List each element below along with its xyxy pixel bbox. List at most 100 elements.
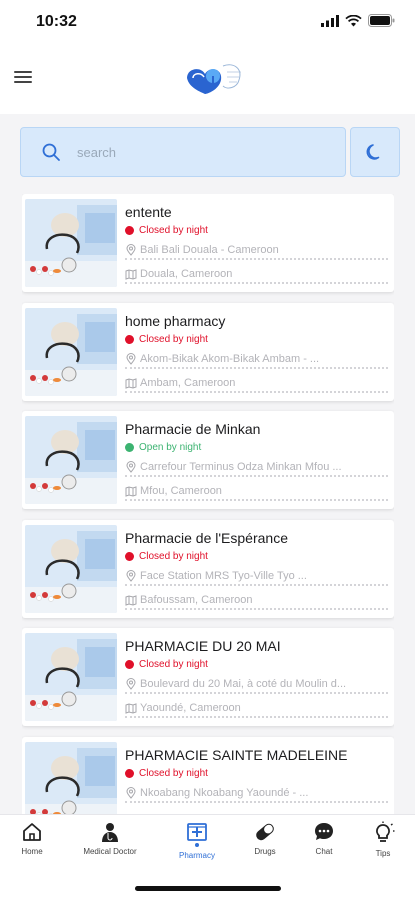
search-input[interactable]: [77, 144, 297, 160]
night-status: Open by night: [125, 442, 201, 453]
battery-icon: [368, 14, 395, 27]
moon-icon: [366, 144, 380, 160]
status-icons: [321, 14, 395, 27]
status-dot: [125, 768, 134, 778]
pharmacy-card[interactable]: entente Closed by night Bali Bali Douala…: [22, 194, 394, 292]
dark-mode-toggle[interactable]: [350, 127, 400, 177]
pharmacy-image: [25, 199, 117, 287]
search-box[interactable]: [20, 127, 346, 177]
map-icon: [125, 594, 137, 606]
pharmacy-address: Bali Bali Douala - Cameroon: [125, 244, 388, 260]
pharmacy-name: PHARMACIE DU 20 MAI: [125, 638, 281, 654]
signal-icon: [321, 14, 339, 27]
pharmacy-address: Face Station MRS Tyo-Ville Tyo ...: [125, 570, 388, 586]
night-status-label: Closed by night: [139, 550, 208, 562]
pharmacy-card[interactable]: PHARMACIE SAINTE MADELEINE Closed by nig…: [22, 736, 394, 814]
search-icon: [42, 143, 60, 161]
night-status-label: Open by night: [139, 442, 202, 453]
status-time: 10:32: [36, 13, 77, 30]
night-status-label: Closed by night: [139, 333, 208, 345]
location-pin-icon: [126, 244, 136, 256]
pharmacy-icon: [187, 823, 207, 847]
map-icon: [125, 703, 137, 714]
pharmacy-image: [25, 633, 117, 721]
pharmacy-name: PHARMACIE SAINTE MADELEINE: [125, 746, 348, 763]
location-pin-icon: [126, 352, 136, 365]
night-status: Closed by night: [125, 768, 208, 779]
map-icon: [125, 377, 137, 389]
night-status: Closed by night: [125, 225, 208, 236]
status-dot: [125, 443, 134, 452]
search-row: [20, 127, 400, 177]
pharmacy-image: [25, 524, 117, 613]
night-status: Closed by night: [125, 659, 208, 670]
pharmacy-city: Yaoundé, Cameroon: [125, 702, 388, 718]
app-header: [0, 46, 415, 114]
pharmacy-name: entente: [125, 204, 172, 220]
night-status: Closed by night: [125, 334, 208, 345]
hamburger-icon-bar: [14, 81, 32, 83]
status-dot: [125, 660, 134, 669]
pharmacy-address: Nkoabang Nkoabang Yaoundé - ...: [125, 787, 388, 803]
pharmacy-city-text: Douala, Cameroon: [140, 268, 233, 280]
tab-home[interactable]: Home: [0, 821, 67, 869]
menu-button[interactable]: [14, 68, 36, 90]
status-dot: [125, 551, 134, 561]
lightbulb-icon: [376, 821, 395, 842]
location-pin-icon: [126, 786, 136, 799]
pharmacy-image: [25, 741, 117, 814]
status-dot: [125, 334, 134, 344]
location-pin-icon: [126, 569, 136, 582]
pharmacy-address-text: Akom-Bikak Akom-Bikak Ambam - ...: [140, 352, 320, 365]
tab-pharmacy[interactable]: Pharmacy: [162, 821, 232, 869]
pharmacy-image: [25, 307, 117, 396]
pharmacy-address-text: Nkoabang Nkoabang Yaoundé - ...: [140, 786, 309, 799]
tab-tips[interactable]: Tips: [348, 821, 415, 869]
pharmacy-card[interactable]: PHARMACIE DU 20 MAI Closed by night Boul…: [22, 628, 394, 726]
pharmacy-city-text: Ambam, Cameroon: [140, 376, 236, 389]
pharmacy-city: Douala, Cameroon: [125, 268, 388, 284]
pharmacy-name: Pharmacie de Minkan: [125, 421, 261, 437]
tab-medical-doctor-label: Medical Doctor: [83, 847, 137, 856]
pharmacy-name: home pharmacy: [125, 312, 226, 329]
map-icon: [125, 269, 137, 280]
pharmacy-image: [25, 416, 117, 504]
chat-icon: [315, 823, 333, 840]
pharmacy-city: Ambam, Cameroon: [125, 377, 388, 393]
pharmacy-city: Mfou, Cameroon: [125, 485, 388, 501]
pharmacy-city-text: Yaoundé, Cameroon: [140, 702, 241, 714]
night-status-label: Closed by night: [139, 767, 208, 779]
wifi-icon: [345, 14, 362, 26]
pharmacy-address-text: Boulevard du 20 Mai, à coté du Moulin d.…: [140, 678, 347, 690]
night-status: Closed by night: [125, 551, 208, 562]
night-status-label: Closed by night: [139, 659, 208, 670]
status-bar: 10:32: [0, 0, 415, 46]
pharmacy-address: Carrefour Terminus Odza Minkan Mfou ...: [125, 461, 388, 477]
pharmacy-card[interactable]: Pharmacie de l'Espérance Closed by night…: [22, 519, 394, 618]
home-indicator: [135, 886, 281, 891]
pharmacy-city-text: Bafoussam, Cameroon: [140, 593, 253, 606]
hamburger-icon-bar: [14, 76, 32, 78]
pharmacy-address: Akom-Bikak Akom-Bikak Ambam - ...: [125, 353, 388, 369]
pharmacy-name: Pharmacie de l'Espérance: [125, 529, 288, 546]
pharmacy-list: entente Closed by night Bali Bali Douala…: [22, 194, 394, 814]
pharmacy-address-text: Bali Bali Douala - Cameroon: [140, 244, 279, 256]
pharmacy-address-text: Face Station MRS Tyo-Ville Tyo ...: [140, 569, 307, 582]
app-logo: [187, 64, 241, 94]
doctor-icon: [102, 823, 118, 842]
home-icon: [23, 823, 41, 841]
pharmacy-card[interactable]: home pharmacy Closed by night Akom-Bikak…: [22, 302, 394, 401]
tab-pharmacy-label: Pharmacy: [178, 851, 215, 860]
tab-home-label: Home: [21, 847, 43, 856]
location-pin-icon: [126, 678, 136, 690]
tab-tips-label: Tips: [375, 849, 391, 858]
tab-medical-doctor[interactable]: Medical Doctor: [75, 821, 145, 869]
pharmacy-address-text: Carrefour Terminus Odza Minkan Mfou ...: [140, 461, 342, 473]
night-status-label: Closed by night: [139, 225, 208, 236]
location-pin-icon: [126, 461, 136, 473]
status-dot: [125, 226, 134, 235]
pharmacy-card[interactable]: Pharmacie de Minkan Open by night Carref…: [22, 411, 394, 509]
pill-icon: [256, 823, 274, 841]
pharmacy-city-text: Mfou, Cameroon: [140, 485, 222, 497]
map-icon: [125, 486, 137, 497]
